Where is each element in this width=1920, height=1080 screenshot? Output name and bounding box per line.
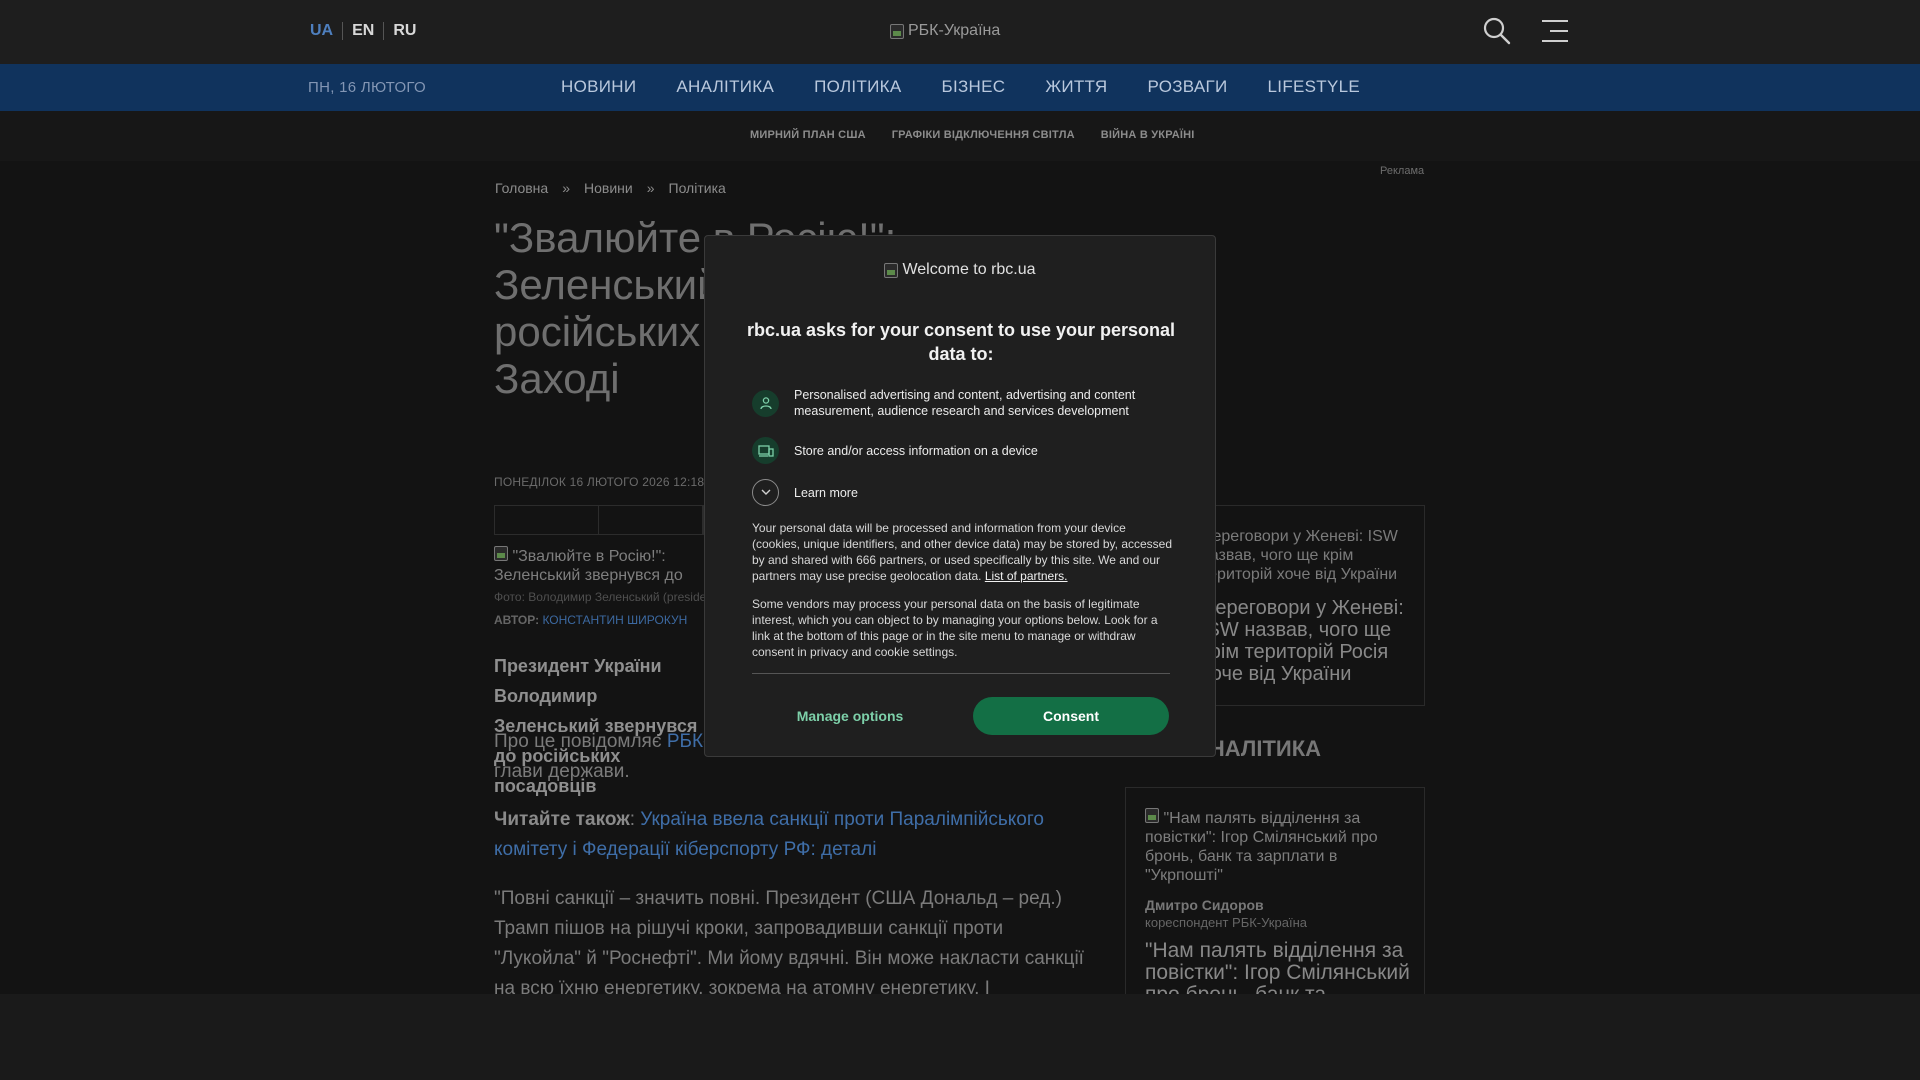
nav-date: ПН, 16 ЛЮТОГО <box>308 79 426 96</box>
article-date: ПОНЕДІЛОК 16 ЛЮТОГО 2026 12:18 <box>494 475 705 489</box>
nav-item-lifestyle[interactable]: LIFESTYLE <box>1268 77 1360 97</box>
card-title[interactable]: Переговори у Женеві: ISW назвав, чого ще… <box>1201 597 1416 685</box>
article-photo: "Звалюйте в Росію!": Зеленський звернувс… <box>494 546 709 584</box>
card-image: "Нам палять відділення за повістки": Іго… <box>1145 808 1405 885</box>
learn-more-toggle[interactable]: Learn more <box>752 479 1174 506</box>
lang-ru[interactable]: RU <box>383 22 425 40</box>
manage-options-button[interactable]: Manage options <box>752 697 948 735</box>
breadcrumb-politics[interactable]: Політика <box>669 180 726 196</box>
card-author-role: кореспондент РБК-Україна <box>1145 915 1307 930</box>
consent-button[interactable]: Consent <box>973 697 1169 735</box>
nav-item-politics[interactable]: ПОЛІТИКА <box>814 77 901 97</box>
purpose-text: Store and/or access information on a dev… <box>794 443 1038 458</box>
broken-image-icon <box>890 23 904 39</box>
person-icon <box>752 389 779 417</box>
paragraph-text: Про це повідомляє <box>494 731 667 752</box>
broken-image-icon <box>1145 808 1159 823</box>
divider <box>752 673 1170 674</box>
main-nav: ПН, 16 ЛЮТОГО НОВИНИ АНАЛІТИКА ПОЛІТИКА … <box>0 64 1920 111</box>
language-switcher: UA EN RU <box>310 22 425 40</box>
lang-ua[interactable]: UA <box>310 22 342 40</box>
consent-paragraph-text: Your personal data will be processed and… <box>752 521 1173 583</box>
partners-link[interactable]: List of partners. <box>985 569 1068 583</box>
breadcrumb-separator: » <box>646 180 655 196</box>
consent-dialog: Welcome to rbc.ua rbc.ua asks for your c… <box>704 235 1216 757</box>
subnav-item-power-outages[interactable]: ГРАФІКИ ВІДКЛЮЧЕННЯ СВІТЛА <box>892 129 1075 141</box>
consent-title: rbc.ua asks for your consent to use your… <box>746 320 1176 364</box>
subnav-items: МИРНИЙ ПЛАН США ГРАФІКИ ВІДКЛЮЧЕННЯ СВІТ… <box>750 129 1221 141</box>
menu-icon[interactable] <box>1540 18 1570 44</box>
author-label: АВТОР: <box>494 613 540 627</box>
card-image-alt: Переговори у Женеві: ISW назвав, чого ще… <box>1201 528 1398 583</box>
article-photo-alt: "Звалюйте в Росію!": Зеленський звернувс… <box>494 548 683 584</box>
broken-image-icon <box>884 262 899 278</box>
card-author-name[interactable]: Дмитро Сидоров <box>1145 897 1264 913</box>
purpose-text: Personalised advertising and content, ad… <box>794 388 1136 418</box>
broken-image-icon <box>494 546 508 561</box>
nav-item-entertainment[interactable]: РОЗВАГИ <box>1147 77 1227 97</box>
card-image-alt: "Нам палять відділення за повістки": Іго… <box>1145 810 1378 884</box>
consent-logo-alt: Welcome to rbc.ua <box>902 261 1036 278</box>
read-also: Читайте також: Україна ввела санкції про… <box>494 809 1044 860</box>
article-quote: "Повні санкції – значить повні. Президен… <box>494 888 1084 999</box>
author-name-link[interactable]: КОНСТАНТИН ШИРОКУН <box>542 613 687 627</box>
consent-purpose: Personalised advertising and content, ad… <box>752 387 1174 419</box>
nav-item-analytics[interactable]: АНАЛІТИКА <box>676 77 774 97</box>
sub-nav: МИРНИЙ ПЛАН США ГРАФІКИ ВІДКЛЮЧЕННЯ СВІТ… <box>0 111 1920 161</box>
nav-item-news[interactable]: НОВИНИ <box>561 77 636 97</box>
bottom-ad-banner <box>0 994 1920 1080</box>
photo-caption: Фото: Володимир Зеленський (president.go… <box>494 590 714 604</box>
lang-en[interactable]: EN <box>342 22 383 40</box>
share-button[interactable] <box>599 506 703 534</box>
breadcrumb: Головна » Новини » Політика <box>495 180 726 196</box>
share-buttons <box>494 505 704 535</box>
logo-alt-text: РБК-Україна <box>908 22 1001 39</box>
top-bar: UA EN RU РБК-Україна <box>0 0 1920 64</box>
breadcrumb-news[interactable]: Новини <box>584 180 633 196</box>
consent-paragraph: Some vendors may process your personal d… <box>752 597 1158 659</box>
consent-logo: Welcome to rbc.ua <box>705 261 1215 279</box>
chevron-down-icon[interactable] <box>752 479 779 506</box>
consent-paragraph: Your personal data will be processed and… <box>752 520 1174 584</box>
search-icon[interactable] <box>1482 16 1512 46</box>
learn-more-label[interactable]: Learn more <box>794 485 1174 501</box>
nav-item-business[interactable]: БІЗНЕС <box>942 77 1006 97</box>
consent-purpose: Store and/or access information on a dev… <box>752 437 1174 464</box>
article-author: АВТОР: КОНСТАНТИН ШИРОКУН <box>494 613 687 627</box>
breadcrumb-home[interactable]: Головна <box>495 180 548 196</box>
site-logo[interactable]: РБК-Україна <box>890 22 1000 40</box>
breadcrumb-separator: » <box>562 180 570 196</box>
devices-icon <box>752 437 779 464</box>
share-button[interactable] <box>495 506 599 534</box>
subnav-item-war[interactable]: ВІЙНА В УКРАЇНІ <box>1101 129 1195 141</box>
ad-label: Реклама <box>1380 165 1425 177</box>
nav-items: НОВИНИ АНАЛІТИКА ПОЛІТИКА БІЗНЕС ЖИТТЯ Р… <box>561 77 1400 97</box>
read-also-label: Читайте також <box>494 809 630 830</box>
subnav-item-peace-plan[interactable]: МИРНИЙ ПЛАН США <box>750 129 866 141</box>
nav-item-life[interactable]: ЖИТТЯ <box>1045 77 1107 97</box>
